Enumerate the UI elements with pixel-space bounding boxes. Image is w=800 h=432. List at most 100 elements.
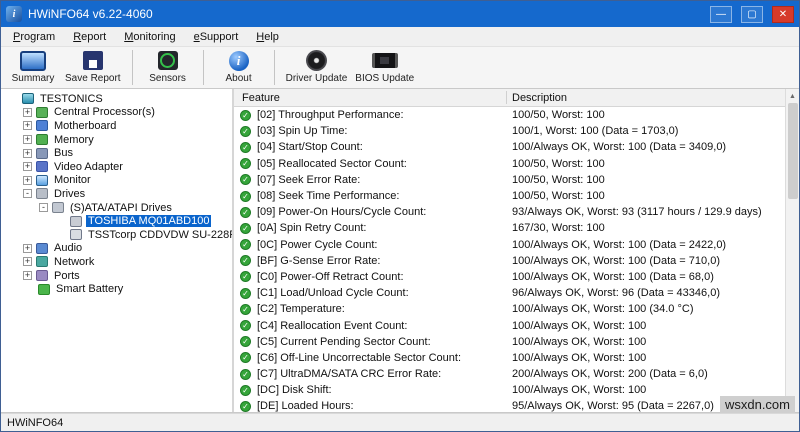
expand-plus-icon[interactable]: + bbox=[23, 162, 32, 171]
smart-attribute-row[interactable]: ✓[08] Seek Time Performance:100/50, Wors… bbox=[234, 188, 785, 204]
smart-attribute-row[interactable]: ✓[C4] Reallocation Event Count:100/Alway… bbox=[234, 317, 785, 333]
smart-table: Feature Description ✓[02] Throughput Per… bbox=[234, 89, 785, 412]
expand-plus-icon[interactable]: + bbox=[23, 271, 32, 280]
feature-name: [03] Spin Up Time: bbox=[257, 125, 348, 137]
smart-attribute-row[interactable]: ✓[05] Reallocated Sector Count:100/50, W… bbox=[234, 156, 785, 172]
feature-description: 100/50, Worst: 100 bbox=[512, 174, 605, 186]
app-icon: i bbox=[6, 6, 22, 22]
feature-description: 95/Always OK, Worst: 95 (Data = 2267,0) bbox=[512, 400, 714, 412]
feature-description: 100/Always OK, Worst: 100 (Data = 68,0) bbox=[512, 271, 714, 283]
ok-check-icon: ✓ bbox=[240, 158, 251, 169]
ok-check-icon: ✓ bbox=[240, 401, 251, 412]
ok-check-icon: ✓ bbox=[240, 255, 251, 266]
smart-attribute-row[interactable]: ✓ [DE] Loaded Hours: 95/Always OK, Worst: … bbox=[234, 398, 785, 412]
tree-item[interactable]: - (S)ATA/ATAPI Drives bbox=[1, 201, 232, 215]
feature-name: [C6] Off-Line Uncorrectable Sector Count… bbox=[257, 352, 461, 364]
driver-update-button-label: Driver Update bbox=[286, 73, 348, 84]
vertical-scrollbar[interactable]: ▲ ▼ bbox=[785, 89, 799, 412]
monitor-icon bbox=[36, 175, 48, 186]
tree-item-label: Video Adapter bbox=[52, 161, 125, 173]
tree-item[interactable]: +Central Processor(s) bbox=[1, 106, 232, 120]
smart-attribute-row[interactable]: ✓[02] Throughput Performance:100/50, Wor… bbox=[234, 107, 785, 123]
expand-plus-icon[interactable]: + bbox=[23, 149, 32, 158]
tree-item-label: Monitor bbox=[52, 174, 93, 186]
feature-description: 100/Always OK, Worst: 100 bbox=[512, 336, 646, 348]
smart-attribute-row[interactable]: ✓[0C] Power Cycle Count:100/Always OK, W… bbox=[234, 237, 785, 253]
tree-item[interactable]: + Ports bbox=[1, 269, 232, 283]
save-report-button[interactable]: Save Report bbox=[61, 47, 125, 88]
feature-name: [C1] Load/Unload Cycle Count: bbox=[257, 287, 409, 299]
summary-button-label: Summary bbox=[12, 73, 55, 84]
smart-attribute-row[interactable]: ✓[C7] UltraDMA/SATA CRC Error Rate:200/A… bbox=[234, 366, 785, 382]
smart-attribute-row[interactable]: ✓[DC] Disk Shift:100/Always OK, Worst: 1… bbox=[234, 382, 785, 398]
watermark: wsxdn.com bbox=[720, 396, 795, 413]
ok-check-icon: ✓ bbox=[240, 126, 251, 137]
tree-item[interactable]: -Drives bbox=[1, 187, 232, 201]
smart-attribute-row[interactable]: ✓[04] Start/Stop Count:100/Always OK, Wo… bbox=[234, 139, 785, 155]
smart-attribute-row[interactable]: ✓[BF] G-Sense Error Rate:100/Always OK, … bbox=[234, 253, 785, 269]
feature-description: 96/Always OK, Worst: 96 (Data = 43346,0) bbox=[512, 287, 720, 299]
tree-item[interactable]: TOSHIBA MQ01ABD100 bbox=[1, 214, 232, 228]
smart-attribute-row[interactable]: ✓[C0] Power-Off Retract Count:100/Always… bbox=[234, 269, 785, 285]
tree-item[interactable]: TESTONICS bbox=[1, 92, 232, 106]
smart-attribute-row[interactable]: ✓ [03] Spin Up Time: 100/1, Worst: 100 (Da… bbox=[234, 123, 785, 139]
tree-item[interactable]: TSSTcorp CDDVDW SU-228FB bbox=[1, 228, 232, 242]
collapse-minus-icon[interactable]: - bbox=[39, 203, 48, 212]
menu-program[interactable]: Program bbox=[4, 29, 64, 45]
tree-item[interactable]: Smart Battery bbox=[1, 282, 232, 296]
feature-name: [09] Power-On Hours/Cycle Count: bbox=[257, 206, 426, 218]
tree-item[interactable]: +Bus bbox=[1, 146, 232, 160]
tree-item[interactable]: +Network bbox=[1, 255, 232, 269]
ok-check-icon: ✓ bbox=[240, 207, 251, 218]
tree-item[interactable]: +Memory bbox=[1, 133, 232, 147]
menu-help[interactable]: Help bbox=[247, 29, 288, 45]
tree-item[interactable]: + Monitor bbox=[1, 174, 232, 188]
tree-item[interactable]: + Audio bbox=[1, 242, 232, 256]
expand-plus-icon[interactable]: + bbox=[23, 135, 32, 144]
expand-plus-icon[interactable]: + bbox=[23, 176, 32, 185]
titlebar: i HWiNFO64 v6.22-4060 — ▢ ✕ bbox=[1, 1, 799, 27]
smart-attribute-row[interactable]: ✓[C5] Current Pending Sector Count:100/A… bbox=[234, 334, 785, 350]
feature-description: 100/1, Worst: 100 (Data = 1703,0) bbox=[512, 125, 678, 137]
menu-monitoring[interactable]: Monitoring bbox=[115, 29, 184, 45]
smart-attribute-row[interactable]: ✓[C6] Off-Line Uncorrectable Sector Coun… bbox=[234, 350, 785, 366]
minimize-button[interactable]: — bbox=[710, 6, 732, 23]
feature-description: 100/Always OK, Worst: 100 bbox=[512, 384, 646, 396]
sensors-button[interactable]: Sensors bbox=[140, 47, 196, 88]
expand-plus-icon[interactable]: + bbox=[23, 121, 32, 130]
expand-plus-icon[interactable]: + bbox=[23, 108, 32, 117]
about-button[interactable]: About bbox=[211, 47, 267, 88]
smart-attribute-row[interactable]: ✓[07] Seek Error Rate:100/50, Worst: 100 bbox=[234, 172, 785, 188]
scroll-up-icon[interactable]: ▲ bbox=[786, 89, 800, 103]
tree-item[interactable]: + Motherboard bbox=[1, 119, 232, 133]
feature-description: 100/Always OK, Worst: 100 (34.0 °C) bbox=[512, 303, 694, 315]
tree-item-label: Audio bbox=[52, 242, 84, 254]
smart-attribute-row[interactable]: ✓[09] Power-On Hours/Cycle Count:93/Alwa… bbox=[234, 204, 785, 220]
maximize-button[interactable]: ▢ bbox=[741, 6, 763, 23]
tree-item-label: (S)ATA/ATAPI Drives bbox=[68, 202, 174, 214]
column-header-feature[interactable]: Feature bbox=[234, 92, 280, 104]
expand-plus-icon[interactable]: + bbox=[23, 244, 32, 253]
feature-name: [DE] Loaded Hours: bbox=[257, 400, 354, 412]
column-header-description[interactable]: Description bbox=[512, 92, 567, 104]
smart-attribute-row[interactable]: ✓[C2] Temperature:100/Always OK, Worst: … bbox=[234, 301, 785, 317]
tree-item[interactable]: + Video Adapter bbox=[1, 160, 232, 174]
summary-button[interactable]: Summary bbox=[5, 47, 61, 88]
scrollbar-thumb[interactable] bbox=[788, 103, 798, 199]
bios-update-button[interactable]: BIOS Update bbox=[351, 47, 418, 88]
smart-attribute-row[interactable]: ✓[C1] Load/Unload Cycle Count:96/Always … bbox=[234, 285, 785, 301]
ok-check-icon: ✓ bbox=[240, 336, 251, 347]
menu-report[interactable]: Report bbox=[64, 29, 115, 45]
tree-item-label: Ports bbox=[52, 270, 82, 282]
close-button[interactable]: ✕ bbox=[772, 6, 794, 23]
ok-check-icon: ✓ bbox=[240, 304, 251, 315]
expand-plus-icon[interactable]: + bbox=[23, 257, 32, 266]
ports-icon bbox=[36, 270, 48, 281]
tree-item-label: Motherboard bbox=[52, 120, 118, 132]
menu-esupport[interactable]: eSupport bbox=[185, 29, 248, 45]
collapse-minus-icon[interactable]: - bbox=[23, 189, 32, 198]
table-header[interactable]: Feature Description bbox=[234, 89, 785, 107]
driver-update-button[interactable]: Driver Update bbox=[282, 47, 352, 88]
sensors-button-label: Sensors bbox=[149, 73, 186, 84]
smart-attribute-row[interactable]: ✓[0A] Spin Retry Count:167/30, Worst: 10… bbox=[234, 220, 785, 236]
